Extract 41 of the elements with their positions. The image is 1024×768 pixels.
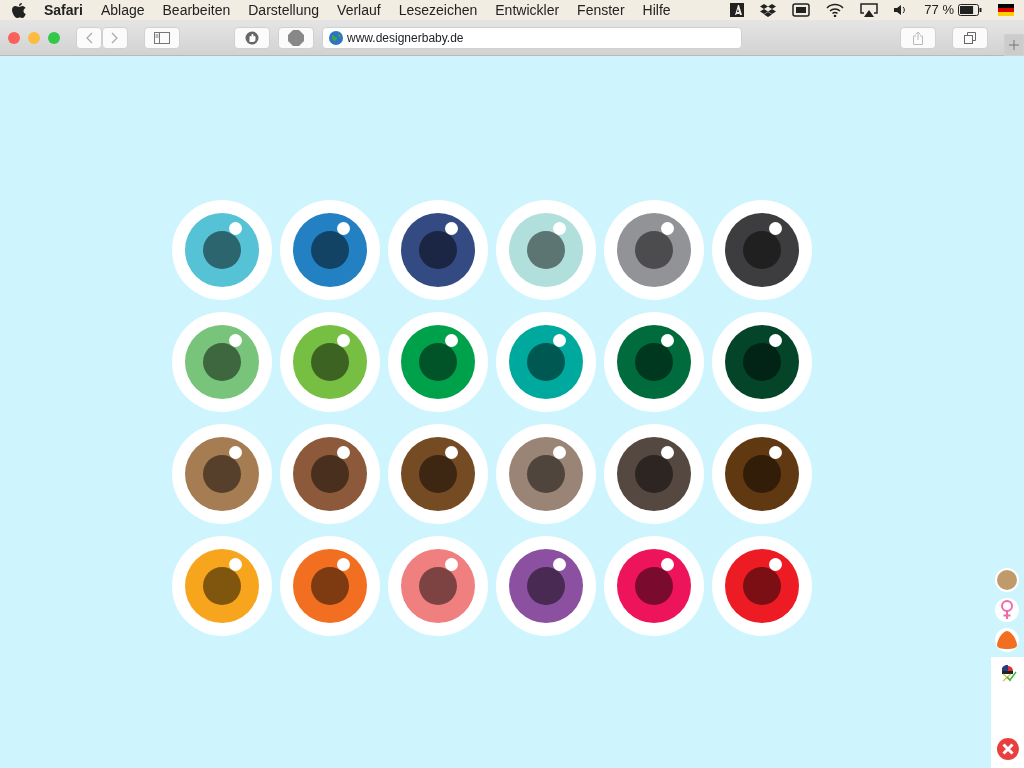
battery-percentage: 77 %: [924, 1, 954, 20]
url-text: www.designerbaby.de: [347, 29, 464, 47]
menu-item[interactable]: Verlauf: [337, 0, 381, 21]
stop-sign-icon: [288, 29, 304, 46]
app-menu[interactable]: Safari: [44, 0, 83, 21]
female-symbol-icon: [1001, 600, 1013, 620]
share-icon: [913, 30, 923, 45]
wifi-icon[interactable]: [826, 3, 845, 17]
extension-button[interactable]: [234, 26, 270, 49]
choice-button[interactable]: [995, 598, 1019, 622]
menu-item[interactable]: Bearbeiten: [162, 0, 231, 21]
skin-tone-icon: [997, 570, 1017, 590]
close-icon: [996, 737, 1019, 760]
screen-icon[interactable]: [792, 3, 811, 17]
airplay-icon[interactable]: [860, 3, 879, 17]
menu-item[interactable]: Ablage: [100, 0, 145, 21]
tabs-icon: [964, 31, 976, 44]
globe-icon: [329, 30, 343, 45]
hand-icon: [245, 30, 259, 45]
menu-item[interactable]: Fenster: [577, 0, 625, 21]
dropbox-icon[interactable]: [760, 3, 777, 17]
menu-item[interactable]: Entwickler: [495, 0, 560, 21]
tabs-button[interactable]: [952, 26, 988, 49]
battery-icon[interactable]: [958, 4, 982, 16]
menu-item[interactable]: Hilfe: [642, 0, 671, 21]
adblock-button[interactable]: [278, 26, 314, 49]
forward-chevron-icon: [111, 31, 119, 44]
sidebar-button[interactable]: [144, 26, 180, 49]
menu-item[interactable]: Darstellung: [248, 0, 320, 21]
close-button[interactable]: [996, 736, 1019, 760]
back-chevron-icon: [85, 31, 93, 44]
apple-icon[interactable]: [12, 2, 26, 18]
german-flag-icon[interactable]: [998, 4, 1014, 16]
plus-icon: [1009, 39, 1019, 50]
sidebar-icon: [154, 31, 170, 44]
menu-item[interactable]: Lesezeichen: [398, 0, 478, 21]
address-bar[interactable]: www.designerbaby.de: [322, 26, 742, 49]
adobe-icon[interactable]: [730, 3, 745, 17]
hair-shape-icon: [997, 631, 1017, 649]
choice-button[interactable]: [995, 628, 1019, 652]
choice-button[interactable]: [995, 568, 1019, 592]
